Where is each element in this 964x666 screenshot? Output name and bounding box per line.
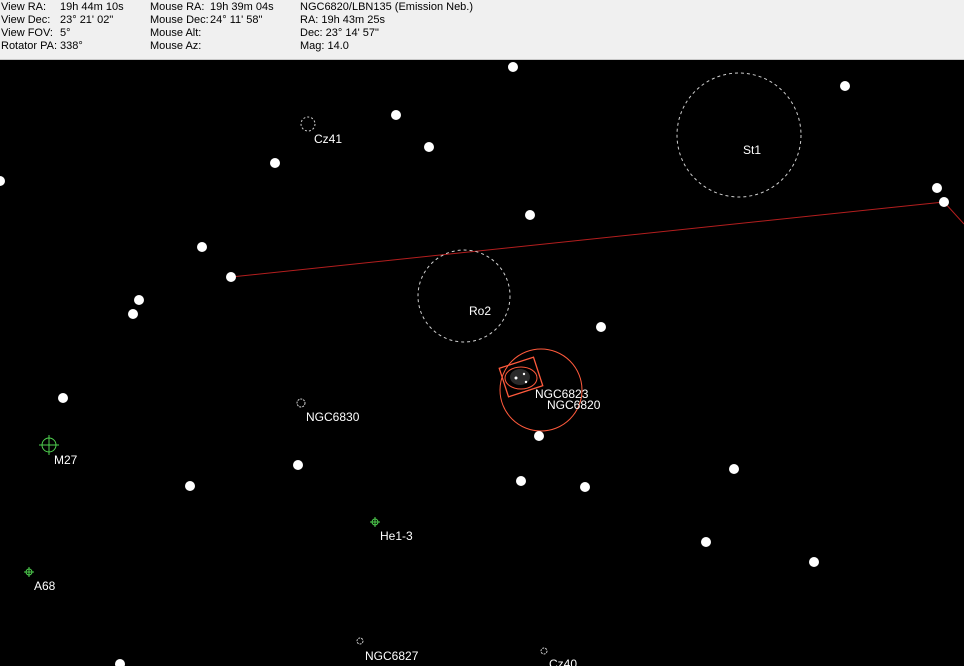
sky-background <box>0 62 964 666</box>
label-cz40: Cz40 <box>549 657 577 666</box>
view-fov-label: View FOV: <box>1 27 53 39</box>
mouse-ra-label: Mouse RA: <box>150 1 205 13</box>
selected-object-mag: Mag: 14.0 <box>300 40 349 52</box>
star[interactable] <box>424 142 434 152</box>
rotator-pa-value: 338° <box>60 40 83 52</box>
star[interactable] <box>932 183 942 193</box>
star[interactable] <box>701 537 711 547</box>
label-a68: A68 <box>34 579 56 593</box>
star[interactable] <box>522 372 526 376</box>
star[interactable] <box>525 210 535 220</box>
mouse-alt-label: Mouse Alt: <box>150 27 202 39</box>
star[interactable] <box>391 110 401 120</box>
info-panel: View RA: 19h 44m 10s View Dec: 23° 21' 0… <box>0 0 964 60</box>
mouse-dec-label: Mouse Dec: <box>150 14 209 26</box>
star[interactable] <box>128 309 138 319</box>
mouse-ra-value: 19h 39m 04s <box>210 1 274 13</box>
view-ra-label: View RA: <box>1 1 47 13</box>
star[interactable] <box>729 464 739 474</box>
rotator-pa-label: Rotator PA: <box>1 40 58 52</box>
view-ra-value: 19h 44m 10s <box>60 1 124 13</box>
sky-chart[interactable]: Cz41 St1 Ro2 NGC6823 NGC6820 NGC6830 M27… <box>0 62 964 666</box>
sky-chart-canvas[interactable]: Cz41 St1 Ro2 NGC6823 NGC6820 NGC6830 M27… <box>0 62 964 666</box>
label-cz41: Cz41 <box>314 132 342 146</box>
view-dec-label: View Dec: <box>1 14 51 26</box>
selected-object-name: NGC6820/LBN135 (Emission Neb.) <box>300 1 474 13</box>
selected-object-dec: Dec: 23° 14' 57" <box>300 27 379 39</box>
star[interactable] <box>534 431 544 441</box>
star[interactable] <box>809 557 819 567</box>
label-he1-3: He1-3 <box>380 529 413 543</box>
view-dec-value: 23° 21' 02" <box>60 14 114 26</box>
star[interactable] <box>939 197 949 207</box>
star[interactable] <box>596 322 606 332</box>
label-ngc6830: NGC6830 <box>306 410 360 424</box>
mouse-az-label: Mouse Az: <box>150 40 202 52</box>
star[interactable] <box>516 476 526 486</box>
star[interactable] <box>524 380 528 384</box>
star[interactable] <box>508 62 518 72</box>
star[interactable] <box>58 393 68 403</box>
star[interactable] <box>580 482 590 492</box>
star[interactable] <box>293 460 303 470</box>
label-ngc6827: NGC6827 <box>365 649 419 663</box>
label-m27: M27 <box>54 453 78 467</box>
star[interactable] <box>514 376 518 380</box>
selected-object-ra: RA: 19h 43m 25s <box>300 14 385 26</box>
label-st1: St1 <box>743 143 761 157</box>
view-fov-value: 5° <box>60 27 71 39</box>
label-ro2: Ro2 <box>469 304 491 318</box>
label-ngc6820: NGC6820 <box>547 398 601 412</box>
star[interactable] <box>226 272 236 282</box>
star[interactable] <box>185 481 195 491</box>
mouse-dec-value: 24° 11' 58" <box>210 14 263 26</box>
star[interactable] <box>197 242 207 252</box>
star[interactable] <box>840 81 850 91</box>
star[interactable] <box>134 295 144 305</box>
star[interactable] <box>270 158 280 168</box>
